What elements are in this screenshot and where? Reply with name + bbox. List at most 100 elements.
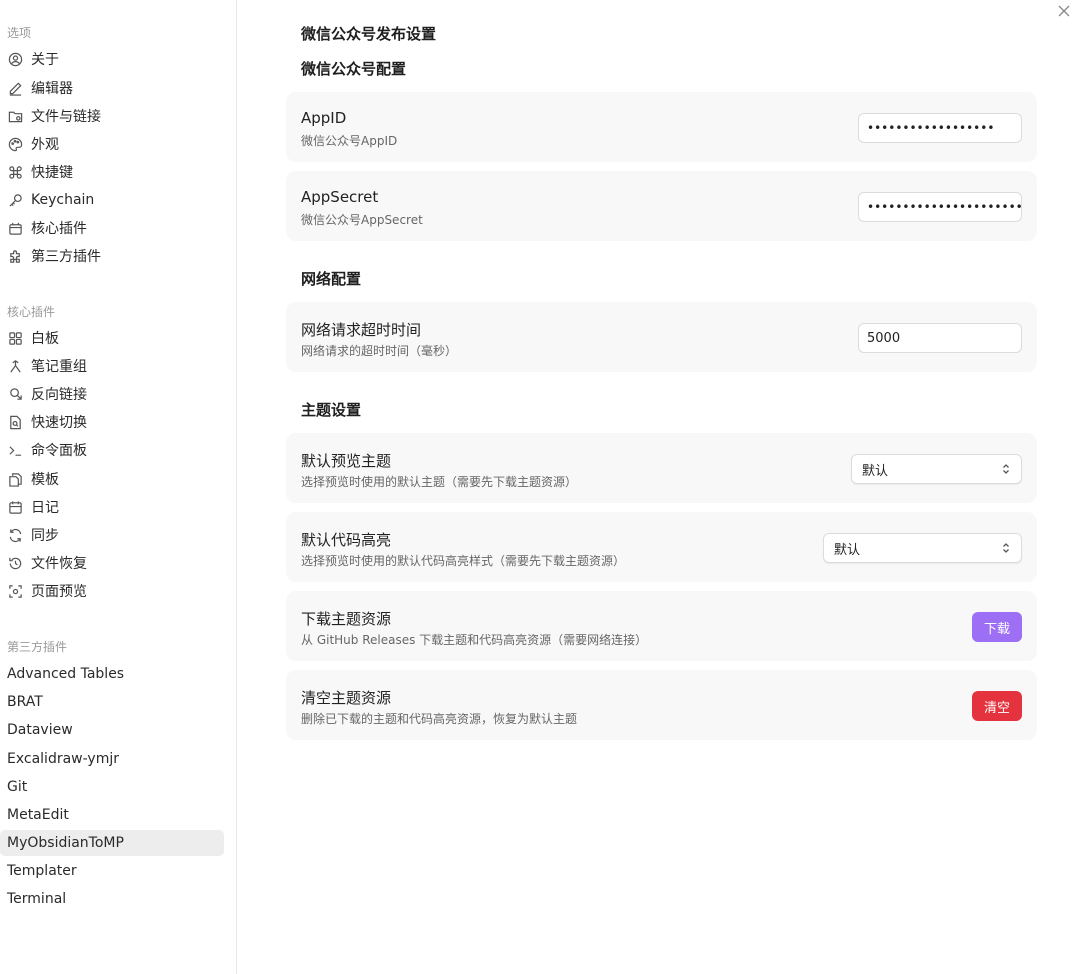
sidebar-item-label: 文件与链接: [31, 109, 101, 125]
sidebar-item-label: 命令面板: [31, 443, 87, 459]
page-title: 微信公众号发布设置: [301, 25, 437, 43]
puzzle-icon: [7, 248, 23, 264]
setting-name: 网络请求超时时间: [301, 321, 422, 339]
options-section-title: 选项: [7, 26, 32, 40]
settings-content: 微信公众号发布设置 微信公众号配置 AppID 微信公众号AppID •••••…: [238, 0, 1080, 974]
sidebar-item-file-recovery[interactable]: 文件恢复: [0, 550, 224, 576]
chevron-updown-icon: [1001, 542, 1011, 554]
sidebar-item-label: 快速切换: [31, 415, 87, 431]
sidebar-item-note-composer[interactable]: 笔记重组: [0, 353, 224, 379]
setting-desc: 从 GitHub Releases 下载主题和代码高亮资源（需要网络连接）: [301, 633, 648, 647]
sidebar-item-command-palette[interactable]: 命令面板: [0, 437, 224, 463]
command-icon: [7, 164, 23, 180]
setting-desc: 微信公众号AppSecret: [301, 213, 423, 227]
sidebar-item-quick-switcher[interactable]: 快速切换: [0, 409, 224, 435]
setting-appsecret: AppSecret 微信公众号AppSecret •••••••••••••••…: [286, 171, 1037, 241]
sidebar-item-advanced-tables[interactable]: Advanced Tables: [0, 661, 224, 687]
close-icon: [1058, 2, 1070, 21]
sidebar-item-metaedit[interactable]: MetaEdit: [0, 802, 224, 828]
sidebar-item-label: 页面预览: [31, 584, 87, 600]
sidebar-item-label: Templater: [7, 863, 77, 879]
sidebar-item-hotkeys[interactable]: 快捷键: [0, 159, 224, 185]
network-config-heading: 网络配置: [301, 270, 362, 288]
sync-icon: [7, 527, 23, 543]
setting-clear-themes: 清空主题资源 删除已下载的主题和代码高亮资源，恢复为默认主题 清空: [286, 670, 1037, 740]
sidebar-item-backlinks[interactable]: 反向链接: [0, 381, 224, 407]
sidebar-item-about[interactable]: 关于: [0, 46, 224, 72]
sidebar-item-canvas[interactable]: 白板: [0, 325, 224, 351]
history-icon: [7, 555, 23, 571]
select-value: 默认: [862, 463, 889, 479]
sidebar-item-label: 白板: [31, 331, 59, 347]
sidebar-item-brat[interactable]: BRAT: [0, 689, 224, 715]
timeout-input[interactable]: 5000: [858, 323, 1022, 353]
sidebar-item-dataview[interactable]: Dataview: [0, 717, 224, 743]
sidebar-item-label: 文件恢复: [31, 556, 87, 572]
sidebar-item-label: 编辑器: [31, 81, 73, 97]
preview-theme-select[interactable]: 默认: [851, 454, 1022, 484]
sidebar-item-core-plugins[interactable]: 核心插件: [0, 215, 224, 241]
sidebar-item-files-links[interactable]: 文件与链接: [0, 103, 224, 129]
setting-download-themes: 下载主题资源 从 GitHub Releases 下载主题和代码高亮资源（需要网…: [286, 591, 1037, 661]
calendar-icon: [7, 499, 23, 515]
setting-desc: 网络请求的超时时间（毫秒）: [301, 344, 458, 358]
close-button[interactable]: [1056, 3, 1072, 19]
setting-appid: AppID 微信公众号AppID ••••••••••••••••••: [286, 92, 1037, 162]
plugin-icon: [7, 220, 23, 236]
merge-icon: [7, 358, 23, 374]
setting-name: AppSecret: [301, 188, 379, 206]
sidebar-item-label: Git: [7, 779, 28, 795]
sidebar-item-keychain[interactable]: Keychain: [0, 187, 224, 213]
pencil-icon: [7, 80, 23, 96]
files-icon: [7, 471, 23, 487]
sidebar-item-label: Excalidraw-ymjr: [7, 751, 119, 767]
core-plugins-section-title: 核心插件: [7, 305, 56, 319]
sidebar-item-label: MetaEdit: [7, 807, 69, 823]
sidebar-item-label: Terminal: [7, 891, 67, 907]
setting-name: AppID: [301, 109, 347, 127]
sidebar-item-daily-notes[interactable]: 日记: [0, 494, 224, 520]
setting-desc: 微信公众号AppID: [301, 134, 398, 148]
sidebar-item-excalidraw[interactable]: Excalidraw-ymjr: [0, 746, 224, 772]
key-icon: [7, 192, 23, 208]
file-search-icon: [7, 414, 23, 430]
appsecret-input[interactable]: ••••••••••••••••••••••••••: [858, 192, 1022, 222]
sidebar-item-git[interactable]: Git: [0, 774, 224, 800]
setting-desc: 选择预览时使用的默认主题（需要先下载主题资源）: [301, 475, 578, 489]
sidebar-item-label: 日记: [31, 500, 59, 516]
select-value: 默认: [834, 542, 861, 558]
sidebar-item-label: Dataview: [7, 722, 73, 738]
setting-desc: 选择预览时使用的默认代码高亮样式（需要先下载主题资源）: [301, 554, 626, 568]
setting-name: 默认预览主题: [301, 452, 392, 470]
setting-name: 下载主题资源: [301, 610, 392, 628]
settings-sidebar: 选项 关于 编辑器 文件与链接 外观 快捷键 Keychain 核心插件 第三方…: [0, 0, 237, 974]
sidebar-item-label: 第三方插件: [31, 249, 101, 265]
sidebar-item-templates[interactable]: 模板: [0, 466, 224, 492]
sidebar-item-community-plugins[interactable]: 第三方插件: [0, 243, 224, 269]
sidebar-item-appearance[interactable]: 外观: [0, 131, 224, 157]
sidebar-item-label: 反向链接: [31, 387, 87, 403]
sidebar-item-label: 模板: [31, 472, 59, 488]
sidebar-item-terminal[interactable]: Terminal: [0, 886, 224, 912]
setting-timeout: 网络请求超时时间 网络请求的超时时间（毫秒） 5000: [286, 302, 1037, 372]
backlink-icon: [7, 386, 23, 402]
setting-name: 默认代码高亮: [301, 531, 392, 549]
sidebar-item-sync[interactable]: 同步: [0, 522, 224, 548]
sidebar-item-page-preview[interactable]: 页面预览: [0, 578, 224, 604]
grid-icon: [7, 330, 23, 346]
theme-settings-heading: 主题设置: [301, 401, 362, 419]
download-button[interactable]: 下载: [972, 612, 1022, 642]
sidebar-item-label: 外观: [31, 137, 59, 153]
sidebar-item-label: 快捷键: [31, 165, 73, 181]
sidebar-item-label: 笔记重组: [31, 359, 87, 375]
sidebar-item-myobsidiantomp[interactable]: MyObsidianToMP: [0, 830, 224, 856]
sidebar-item-editor[interactable]: 编辑器: [0, 75, 224, 101]
terminal-icon: [7, 442, 23, 458]
community-plugins-section-title: 第三方插件: [7, 640, 68, 654]
clear-button[interactable]: 清空: [972, 691, 1022, 721]
sidebar-item-label: 核心插件: [31, 221, 87, 237]
sidebar-item-templater[interactable]: Templater: [0, 858, 224, 884]
preview-icon: [7, 583, 23, 599]
appid-input[interactable]: ••••••••••••••••••: [858, 113, 1022, 143]
code-highlight-select[interactable]: 默认: [823, 533, 1022, 563]
